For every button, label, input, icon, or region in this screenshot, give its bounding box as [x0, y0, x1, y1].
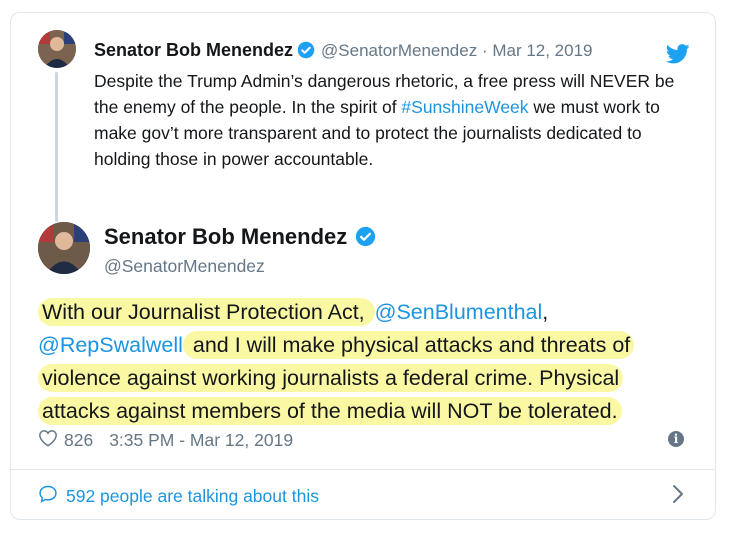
twitter-bird-icon[interactable] [665, 44, 690, 69]
info-icon[interactable]: i [668, 431, 684, 447]
mention-link[interactable]: @RepSwalwell [38, 333, 183, 357]
author-name-text[interactable]: Senator Bob Menendez [104, 224, 347, 249]
verified-badge-icon [355, 226, 376, 253]
hashtag-link[interactable]: #SunshineWeek [401, 97, 528, 117]
tweet-text: With our Journalist Protection Act, @Sen… [38, 296, 688, 428]
tweet-timestamp[interactable]: 3:35 PM - Mar 12, 2019 [109, 430, 293, 451]
tweet-meta: 826 3:35 PM - Mar 12, 2019 [38, 429, 293, 452]
divider [10, 469, 716, 470]
speech-bubble-icon [38, 484, 66, 509]
author-handle[interactable]: @SenatorMenendez [104, 256, 265, 277]
conversation-count-text[interactable]: 592 people are talking about this [66, 486, 319, 507]
author-avatar[interactable] [38, 222, 90, 274]
chevron-right-icon[interactable] [672, 484, 684, 509]
tweet-text-part: With our Journalist Protection Act, [38, 298, 375, 326]
thread-line [55, 72, 58, 222]
mention-link[interactable]: @SenBlumenthal [375, 300, 543, 324]
quoted-author-name[interactable]: Senator Bob Menendez [94, 40, 293, 60]
conversation-link[interactable]: 592 people are talking about this [38, 484, 319, 509]
author-name[interactable]: Senator Bob Menendez [104, 224, 382, 253]
verified-badge-icon [297, 41, 315, 64]
tweet-text-part: , [542, 300, 549, 324]
like-count[interactable]: 826 [64, 430, 93, 451]
heart-icon[interactable] [38, 429, 58, 452]
quoted-avatar[interactable] [38, 30, 76, 68]
quoted-tweet-text: Despite the Trump Admin’s dangerous rhet… [94, 68, 684, 172]
quoted-handle-date[interactable]: @SenatorMenendez · Mar 12, 2019 [321, 41, 592, 60]
quoted-header: Senator Bob Menendez @SenatorMenendez · M… [94, 40, 593, 64]
